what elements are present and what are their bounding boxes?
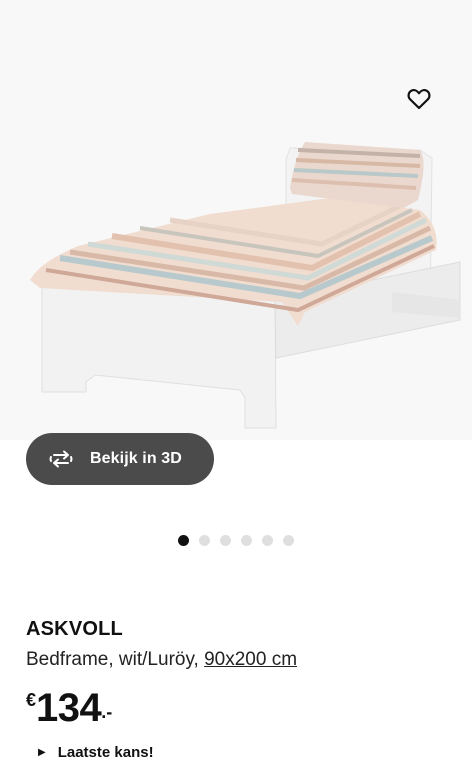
last-chance-label: Laatste kans!	[57, 744, 154, 761]
carousel-dot[interactable]	[262, 534, 273, 546]
carousel-dot[interactable]	[241, 534, 252, 546]
carousel-dot[interactable]	[283, 534, 294, 546]
carousel-dots	[178, 533, 294, 547]
price-currency: €	[26, 690, 37, 710]
triangle-right-icon: ▶	[38, 747, 46, 758]
product-price: € 134 .-	[26, 686, 112, 730]
heart-icon	[407, 89, 431, 110]
favorite-button[interactable]	[402, 82, 436, 116]
product-size-link[interactable]: 90x200 cm	[204, 649, 297, 670]
carousel-dot[interactable]	[199, 534, 210, 546]
product-description: Bedframe, wit/Luröy, 90x200 cm	[26, 649, 297, 671]
product-name: ASKVOLL	[26, 618, 123, 640]
price-decimals: .-	[101, 702, 113, 722]
view-3d-label: Bekijk in 3D	[90, 450, 182, 467]
rotate-3d-icon	[48, 448, 76, 470]
product-description-text: Bedframe, wit/Luröy,	[26, 649, 199, 670]
carousel-dot[interactable]	[220, 534, 231, 546]
product-image[interactable]	[0, 0, 472, 440]
last-chance-badge: ▶ Laatste kans!	[38, 744, 154, 761]
price-amount: 134	[36, 686, 102, 730]
bed-illustration	[30, 142, 461, 429]
carousel-dot[interactable]	[178, 534, 189, 546]
view-3d-button[interactable]: Bekijk in 3D	[26, 433, 214, 485]
